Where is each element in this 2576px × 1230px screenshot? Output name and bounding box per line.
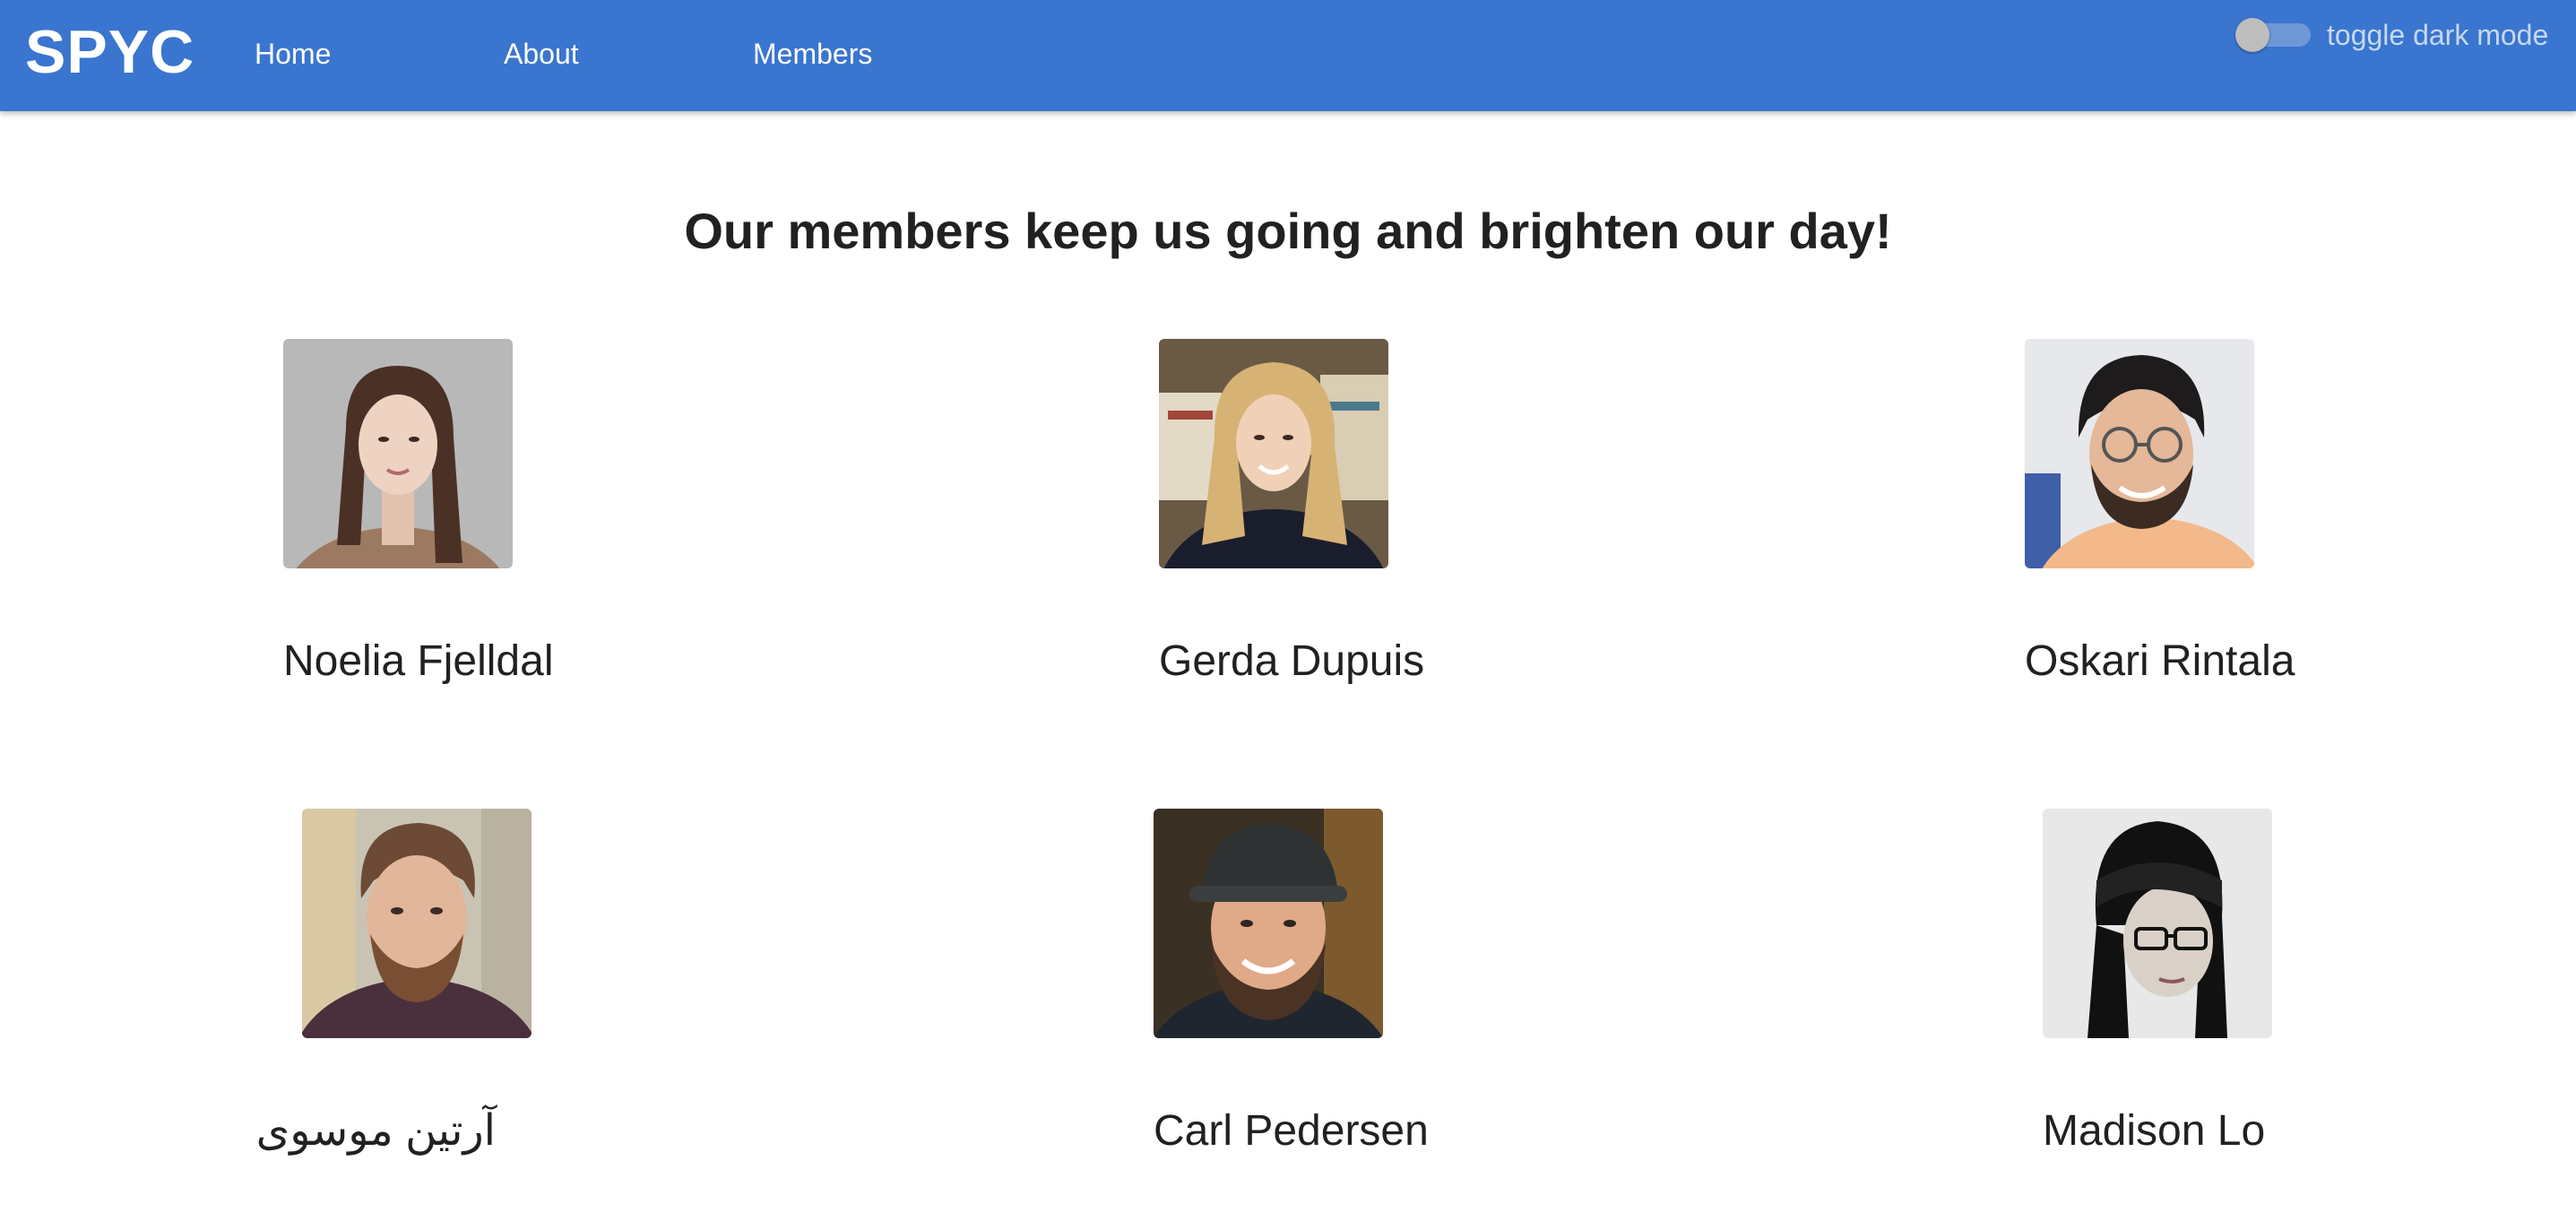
toggle-switch-track[interactable]	[2235, 18, 2311, 52]
page-headline: Our members keep us going and brighten o…	[684, 202, 1892, 259]
dark-mode-toggle-label[interactable]: toggle dark mode	[2327, 19, 2548, 52]
member-card: Carl Pedersen	[1154, 809, 1530, 1158]
member-name: Noelia Fjelldal	[283, 637, 554, 685]
nav-link-members[interactable]: Members	[753, 32, 872, 75]
brand-logo[interactable]: SPYC	[25, 16, 194, 88]
member-card: آرتین موسوی	[255, 809, 679, 1158]
member-avatar	[1159, 339, 1388, 568]
member-name: Madison Lo	[2043, 1107, 2266, 1155]
member-name: Carl Pedersen	[1154, 1107, 1429, 1155]
member-avatar	[302, 809, 532, 1038]
member-card: Noelia Fjelldal	[283, 339, 660, 689]
member-name: Oskari Rintala	[2025, 637, 2295, 685]
member-name: Gerda Dupuis	[1159, 637, 1425, 685]
member-card: Oskari Rintala	[2025, 339, 2401, 689]
member-avatar	[283, 339, 513, 568]
toggle-switch-knob[interactable]	[2235, 18, 2269, 52]
member-card: Gerda Dupuis	[1159, 339, 1535, 689]
nav-link-about[interactable]: About	[504, 32, 579, 75]
member-avatar	[2043, 809, 2272, 1038]
nav-link-home[interactable]: Home	[255, 32, 331, 75]
member-avatar	[1154, 809, 1383, 1038]
member-name: آرتین موسوی	[255, 1107, 496, 1155]
top-app-bar: SPYC Home About Members toggle dark mode	[0, 0, 2576, 111]
member-card: Madison Lo	[2043, 809, 2419, 1158]
dark-mode-toggle[interactable]: toggle dark mode	[2235, 18, 2548, 52]
member-avatar	[2025, 339, 2254, 568]
